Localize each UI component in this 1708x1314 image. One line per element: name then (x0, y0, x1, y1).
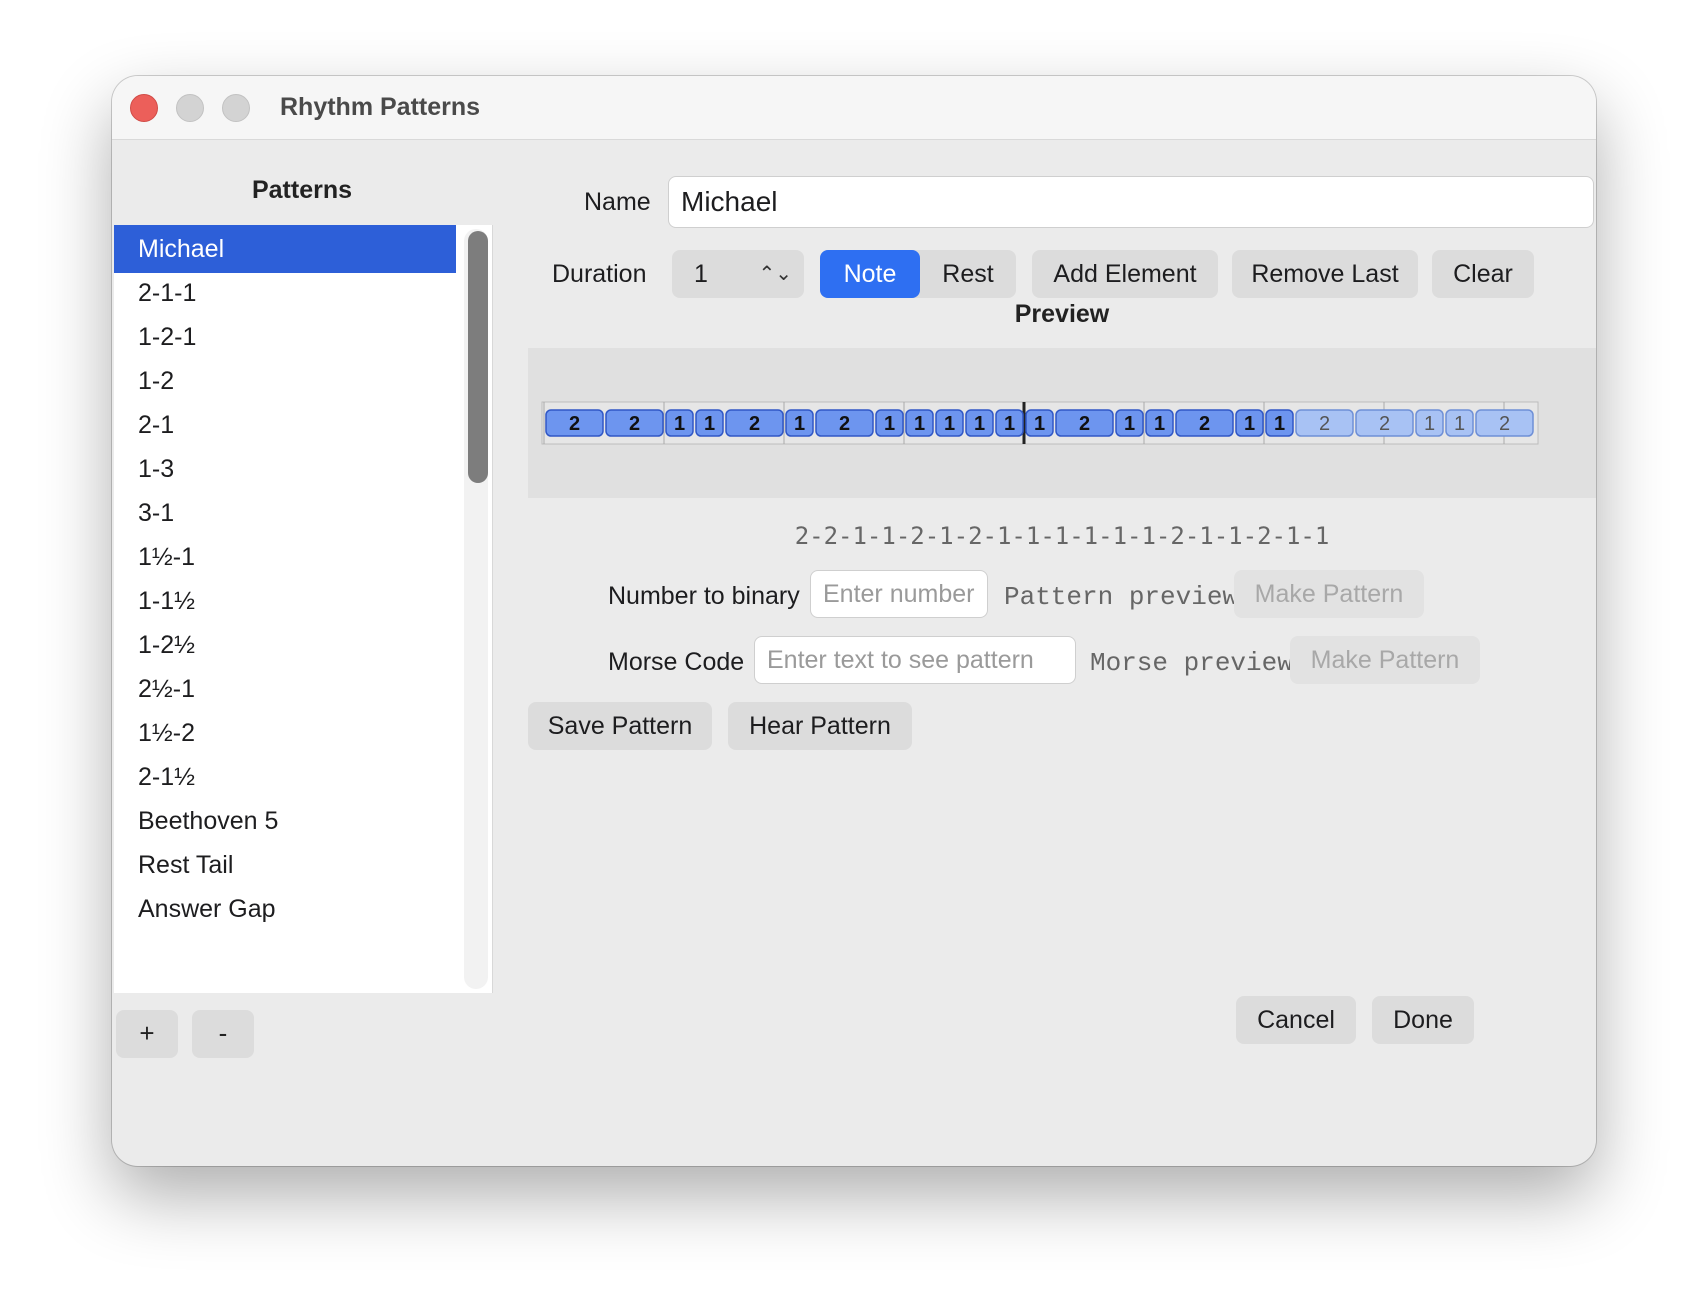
clear-button[interactable]: Clear (1432, 250, 1534, 298)
rhythm-element-label: 2 (749, 413, 760, 435)
rhythm-element-label: 2 (1379, 413, 1390, 435)
list-item[interactable]: 1-2 (114, 357, 456, 405)
remove-pattern-button[interactable]: - (192, 1010, 254, 1058)
list-item[interactable]: 3-1 (114, 489, 456, 537)
make-pattern-morse-button[interactable]: Make Pattern (1290, 636, 1480, 684)
list-item[interactable]: 2-1½ (114, 753, 456, 801)
save-pattern-button[interactable]: Save Pattern (528, 702, 712, 750)
list-item[interactable]: 1-3 (114, 445, 456, 493)
title-bar: Rhythm Patterns (112, 76, 1596, 140)
make-pattern-binary-button[interactable]: Make Pattern (1234, 570, 1424, 618)
rhythm-element-label: 1 (944, 413, 955, 435)
list-item[interactable]: Michael (114, 225, 456, 273)
rhythm-element-label: 1 (794, 413, 805, 435)
rhythm-element-label: 1 (1004, 413, 1015, 435)
number-input[interactable]: Enter number (810, 570, 988, 618)
rhythm-element-label: 2 (1319, 413, 1330, 435)
rhythm-element-label: 1 (1034, 413, 1045, 435)
rhythm-element-label: 1 (914, 413, 925, 435)
rhythm-element-label: 2 (839, 413, 850, 435)
rhythm-element-label: 1 (974, 413, 985, 435)
pattern-preview-text: Pattern preview (1004, 582, 1239, 612)
rhythm-element-label: 1 (1154, 413, 1165, 435)
duration-label: Duration (552, 260, 647, 288)
list-item[interactable]: Rest Tail (114, 841, 456, 889)
rhythm-patterns-window: Rhythm Patterns Patterns Michael 2-1-1 1… (112, 76, 1596, 1166)
list-item[interactable]: 1-1½ (114, 577, 456, 625)
rhythm-element-label: 1 (674, 413, 685, 435)
rhythm-element-label: 1 (884, 413, 895, 435)
morse-input[interactable]: Enter text to see pattern (754, 636, 1076, 684)
hear-pattern-button[interactable]: Hear Pattern (728, 702, 912, 750)
remove-last-button[interactable]: Remove Last (1232, 250, 1418, 298)
rhythm-element-label: 2 (1199, 413, 1210, 435)
list-item[interactable]: 1-2½ (114, 621, 456, 669)
name-label: Name (584, 188, 651, 216)
list-item[interactable]: 2-1 (114, 401, 456, 449)
note-segment[interactable]: Note (820, 250, 920, 298)
zoom-button[interactable] (222, 94, 250, 122)
rhythm-element-label: 1 (1424, 413, 1435, 435)
rhythm-element-label: 1 (1244, 413, 1255, 435)
rhythm-element-label: 2 (629, 413, 640, 435)
list-item[interactable]: 1-2-1 (114, 313, 456, 361)
done-button[interactable]: Done (1372, 996, 1474, 1044)
list-item[interactable]: 1½-1 (114, 533, 456, 581)
rhythm-preview-svg: 221121211111121121122112 (541, 401, 1539, 445)
add-pattern-button[interactable]: + (116, 1010, 178, 1058)
rhythm-element-label: 1 (1274, 413, 1285, 435)
pattern-string: 2-2-1-1-2-1-2-1-1-1-1-1-1-2-1-1-2-1-1 (794, 522, 1330, 550)
list-item[interactable]: Beethoven 5 (114, 797, 456, 845)
morse-code-label: Morse Code (608, 648, 745, 676)
morse-preview-text: Morse preview (1090, 648, 1293, 678)
list-item[interactable]: Answer Gap (114, 885, 456, 933)
duration-value: 1 (694, 260, 708, 288)
list-item[interactable]: 1½-2 (114, 709, 456, 757)
add-element-button[interactable]: Add Element (1032, 250, 1218, 298)
list-item[interactable]: 2-1-1 (114, 269, 456, 317)
cancel-button[interactable]: Cancel (1236, 996, 1356, 1044)
rhythm-element-label: 1 (1124, 413, 1135, 435)
rhythm-element-label: 1 (1454, 413, 1465, 435)
up-down-chevron-icon: ⌃⌄ (758, 263, 792, 285)
rhythm-preview: 221121211111121121122112 (528, 348, 1596, 498)
close-button[interactable] (130, 94, 158, 122)
preview-title: Preview (1014, 300, 1110, 328)
patterns-list: Michael 2-1-1 1-2-1 1-2 2-1 1-3 3-1 1½-1… (114, 225, 493, 993)
rhythm-element-label: 2 (569, 413, 580, 435)
rest-segment[interactable]: Rest (920, 250, 1016, 298)
rhythm-element-label: 2 (1499, 413, 1510, 435)
list-item[interactable]: 2½-1 (114, 665, 456, 713)
rhythm-element-label: 2 (1079, 413, 1090, 435)
rhythm-element-label: 1 (704, 413, 715, 435)
list-scrollbar-thumb[interactable] (468, 231, 488, 483)
name-field[interactable]: Michael (668, 176, 1594, 228)
duration-popup[interactable]: 1 ⌃⌄ (672, 250, 804, 298)
minimize-button[interactable] (176, 94, 204, 122)
element-type-segmented-control: Note Rest (820, 250, 1016, 298)
window-title: Rhythm Patterns (280, 93, 481, 121)
patterns-header: Patterns (251, 176, 353, 204)
number-to-binary-label: Number to binary (608, 582, 800, 610)
